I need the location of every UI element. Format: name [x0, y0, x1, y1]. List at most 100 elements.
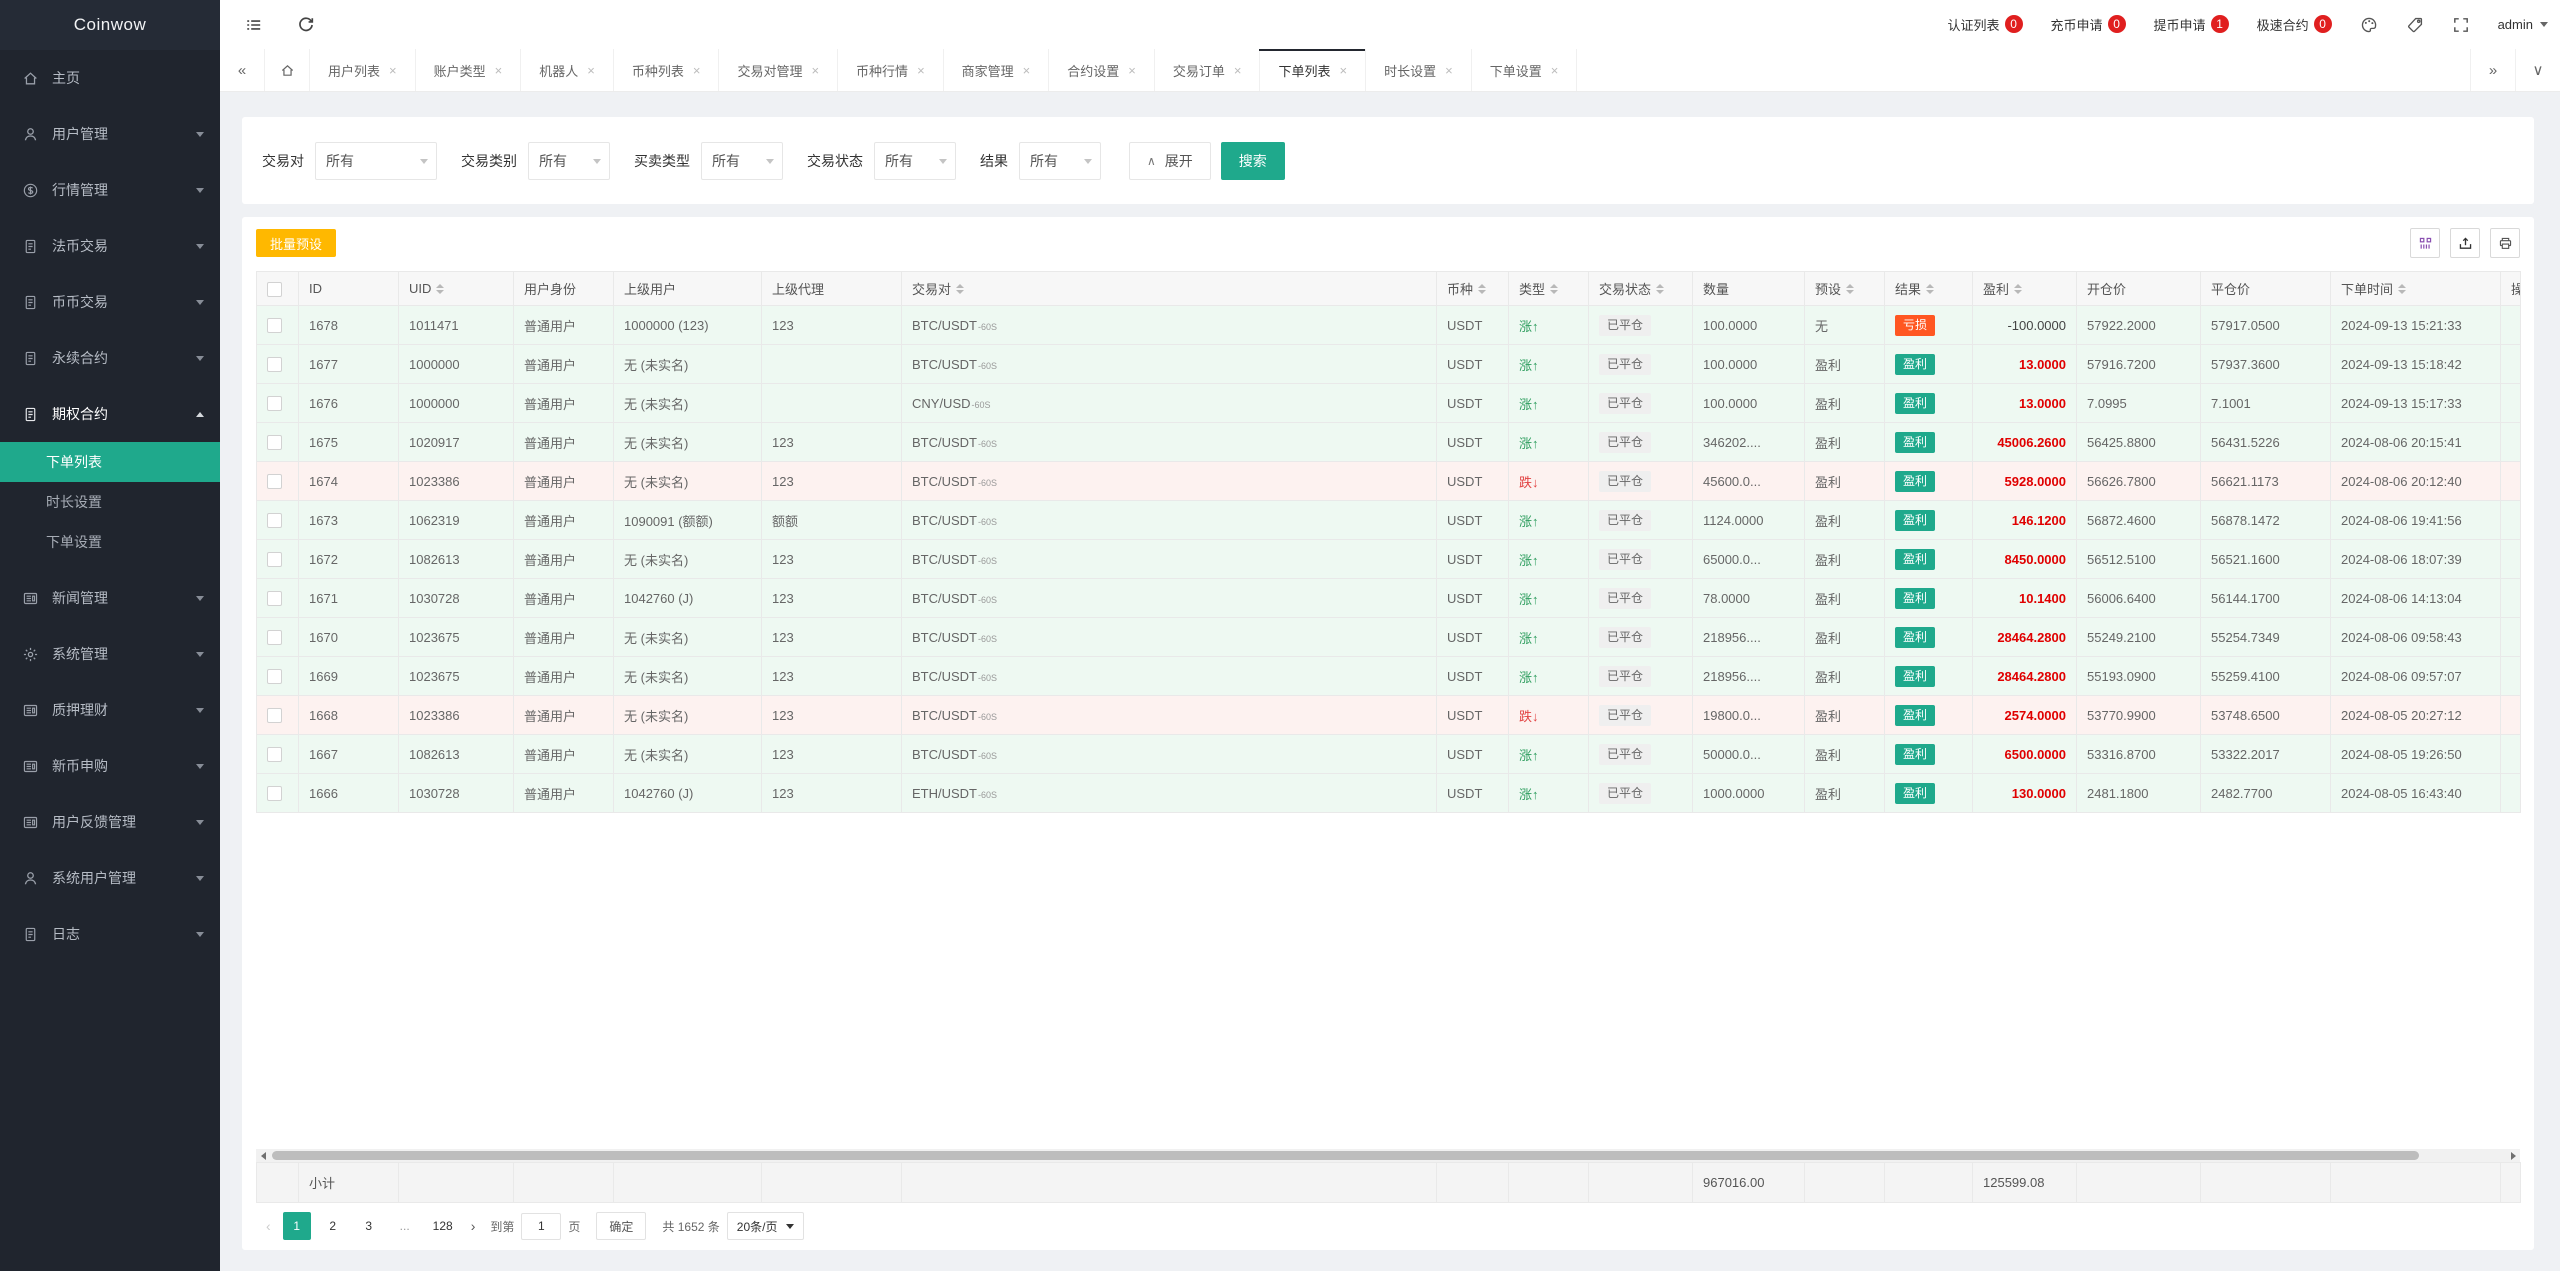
- batch-preset-button[interactable]: 批量预设: [256, 229, 336, 257]
- tab[interactable]: 交易订单×: [1155, 49, 1261, 91]
- close-icon[interactable]: ×: [811, 63, 819, 78]
- menu-fold-icon[interactable]: [245, 16, 263, 34]
- tab[interactable]: 币种行情×: [838, 49, 944, 91]
- filter-select[interactable]: 所有: [874, 142, 956, 180]
- row-checkbox[interactable]: [267, 513, 282, 528]
- row-checkbox[interactable]: [267, 474, 282, 489]
- page-number[interactable]: 3: [355, 1212, 383, 1240]
- col-header-result[interactable]: 结果: [1885, 272, 1973, 306]
- sort-icon[interactable]: [2014, 284, 2022, 294]
- row-checkbox[interactable]: [267, 435, 282, 450]
- close-icon[interactable]: ×: [1445, 63, 1453, 78]
- sidebar-item[interactable]: 新闻管理: [0, 570, 220, 626]
- sort-icon[interactable]: [1656, 284, 1664, 294]
- row-checkbox[interactable]: [267, 591, 282, 606]
- topbar-badge[interactable]: 提币申请1: [2154, 15, 2229, 34]
- sidebar-subitem[interactable]: 下单列表: [0, 442, 220, 482]
- sidebar-subitem[interactable]: 下单设置: [0, 522, 220, 562]
- print-button[interactable]: [2490, 228, 2520, 258]
- sidebar-subitem[interactable]: 时长设置: [0, 482, 220, 522]
- goto-page-input[interactable]: [521, 1213, 561, 1240]
- sort-icon[interactable]: [1926, 284, 1934, 294]
- topbar-badge[interactable]: 充币申请0: [2051, 15, 2126, 34]
- tab[interactable]: 时长设置×: [1366, 49, 1472, 91]
- col-header-type[interactable]: 类型: [1509, 272, 1589, 306]
- tab[interactable]: 币种列表×: [614, 49, 720, 91]
- page-number[interactable]: 1: [283, 1212, 311, 1240]
- theme-palette-icon[interactable]: [2360, 16, 2378, 34]
- tab[interactable]: 交易对管理×: [719, 49, 838, 91]
- row-checkbox[interactable]: [267, 357, 282, 372]
- fullscreen-icon[interactable]: [2452, 16, 2470, 34]
- tab[interactable]: 机器人×: [521, 49, 614, 91]
- tag-icon[interactable]: [2406, 16, 2424, 34]
- scroll-left-arrow[interactable]: [256, 1152, 270, 1160]
- per-page-select[interactable]: 20条/页: [727, 1212, 805, 1240]
- tab[interactable]: 合约设置×: [1049, 49, 1155, 91]
- horizontal-scrollbar[interactable]: [256, 1149, 2520, 1162]
- sort-icon[interactable]: [956, 284, 964, 294]
- sidebar-item[interactable]: 行情管理: [0, 162, 220, 218]
- sidebar-item[interactable]: 币币交易: [0, 274, 220, 330]
- sidebar-item[interactable]: 主页: [0, 50, 220, 106]
- sort-icon[interactable]: [2398, 284, 2406, 294]
- close-icon[interactable]: ×: [1551, 63, 1559, 78]
- tabs-scroll-left-button[interactable]: «: [220, 49, 265, 91]
- sidebar-item[interactable]: 用户反馈管理: [0, 794, 220, 850]
- sort-icon[interactable]: [1478, 284, 1486, 294]
- tab-home[interactable]: [265, 49, 310, 91]
- row-checkbox[interactable]: [267, 318, 282, 333]
- close-icon[interactable]: ×: [693, 63, 701, 78]
- filter-select[interactable]: 所有: [315, 142, 437, 180]
- goto-confirm-button[interactable]: 确定: [596, 1212, 646, 1240]
- scroll-right-arrow[interactable]: [2506, 1152, 2520, 1160]
- row-checkbox[interactable]: [267, 669, 282, 684]
- filter-select[interactable]: 所有: [1019, 142, 1101, 180]
- prev-page-button[interactable]: ‹: [258, 1218, 279, 1234]
- column-filter-button[interactable]: [2410, 228, 2440, 258]
- row-checkbox[interactable]: [267, 708, 282, 723]
- col-header-status[interactable]: 交易状态: [1589, 272, 1693, 306]
- sidebar-item[interactable]: 系统用户管理: [0, 850, 220, 906]
- export-button[interactable]: [2450, 228, 2480, 258]
- page-number[interactable]: 2: [319, 1212, 347, 1240]
- row-checkbox[interactable]: [267, 747, 282, 762]
- col-header-coin[interactable]: 币种: [1437, 272, 1509, 306]
- filter-select[interactable]: 所有: [701, 142, 783, 180]
- sidebar-item[interactable]: 日志: [0, 906, 220, 962]
- close-icon[interactable]: ×: [495, 63, 503, 78]
- next-page-button[interactable]: ›: [463, 1218, 484, 1234]
- header-checkbox[interactable]: [267, 282, 282, 297]
- close-icon[interactable]: ×: [1340, 63, 1348, 78]
- sort-icon[interactable]: [436, 284, 444, 294]
- sidebar-item[interactable]: 法币交易: [0, 218, 220, 274]
- tab[interactable]: 商家管理×: [944, 49, 1050, 91]
- search-button[interactable]: 搜索: [1221, 142, 1285, 180]
- sidebar-item[interactable]: 质押理财: [0, 682, 220, 738]
- refresh-icon[interactable]: [297, 16, 315, 34]
- tab[interactable]: 下单列表×: [1260, 49, 1366, 91]
- sort-icon[interactable]: [1550, 284, 1558, 294]
- page-number[interactable]: 128: [427, 1212, 459, 1240]
- scrollbar-thumb[interactable]: [272, 1151, 2419, 1160]
- row-checkbox[interactable]: [267, 396, 282, 411]
- sidebar-item[interactable]: 永续合约: [0, 330, 220, 386]
- sidebar-item[interactable]: 系统管理: [0, 626, 220, 682]
- topbar-badge[interactable]: 认证列表0: [1948, 15, 2023, 34]
- col-header-preset[interactable]: 预设: [1805, 272, 1885, 306]
- scrollbar-track[interactable]: [270, 1149, 2506, 1162]
- close-icon[interactable]: ×: [1128, 63, 1136, 78]
- col-header-uid[interactable]: UID: [399, 272, 514, 306]
- topbar-badge[interactable]: 极速合约0: [2257, 15, 2332, 34]
- tabs-scroll-right-button[interactable]: »: [2470, 49, 2515, 91]
- col-header-time[interactable]: 下单时间: [2331, 272, 2501, 306]
- tab[interactable]: 用户列表×: [310, 49, 416, 91]
- col-header-profit[interactable]: 盈利: [1973, 272, 2077, 306]
- sidebar-item-options-contract[interactable]: 期权合约: [0, 386, 220, 442]
- close-icon[interactable]: ×: [587, 63, 595, 78]
- filter-select[interactable]: 所有: [528, 142, 610, 180]
- admin-menu[interactable]: admin: [2498, 17, 2548, 32]
- sidebar-item[interactable]: 新币申购: [0, 738, 220, 794]
- tabs-menu-button[interactable]: ∨: [2515, 49, 2560, 91]
- close-icon[interactable]: ×: [1023, 63, 1031, 78]
